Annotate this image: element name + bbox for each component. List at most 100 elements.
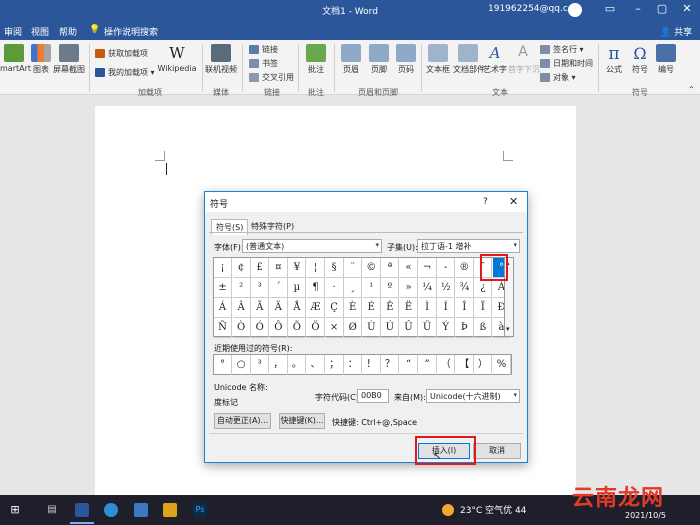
- symbol-cell[interactable]: Ü: [418, 318, 437, 338]
- recent-symbol-cell[interactable]: ”: [419, 355, 437, 375]
- char-code-input[interactable]: 00B0: [357, 389, 389, 403]
- symbol-cell[interactable]: Ó: [251, 318, 270, 338]
- symbol-cell[interactable]: ´: [269, 278, 288, 298]
- smartart-button[interactable]: martArt: [0, 44, 31, 73]
- symbol-cell[interactable]: «: [400, 258, 418, 278]
- symbol-cell[interactable]: Û: [400, 318, 418, 338]
- cancel-button[interactable]: 取消: [473, 443, 521, 459]
- symbol-cell[interactable]: ¥: [288, 258, 307, 278]
- symbol-cell[interactable]: ½: [437, 278, 456, 298]
- symbol-cell[interactable]: ¡: [214, 258, 232, 278]
- symbol-cell[interactable]: ¬: [418, 258, 437, 278]
- symbol-cell[interactable]: Í: [437, 298, 456, 318]
- symbol-cell[interactable]: ¶: [307, 278, 325, 298]
- symbol-cell[interactable]: Ý: [437, 318, 456, 338]
- recent-symbol-cell[interactable]: ！: [363, 355, 381, 375]
- edge-icon[interactable]: [104, 503, 118, 517]
- symbol-cell[interactable]: º: [381, 278, 400, 298]
- recent-symbol-cell[interactable]: ）: [474, 355, 493, 375]
- symbol-cell[interactable]: Þ: [455, 318, 474, 338]
- symbol-cell[interactable]: ß: [474, 318, 493, 338]
- textbox-button[interactable]: 文本框: [424, 44, 452, 75]
- symbol-cell[interactable]: ¦: [307, 258, 325, 278]
- taskbar-date[interactable]: 2021/10/5: [625, 511, 666, 520]
- new-comment-button[interactable]: 批注: [302, 44, 330, 75]
- drop-cap-button[interactable]: A 首字下沉: [508, 44, 540, 75]
- date-time-button[interactable]: 日期和时间: [540, 58, 593, 69]
- weather-text[interactable]: 23°C 空气优 44: [460, 503, 526, 516]
- symbol-cell[interactable]: Â: [232, 298, 251, 318]
- symbol-cell[interactable]: Ì: [418, 298, 437, 318]
- maximize-icon[interactable]: ▢: [652, 2, 672, 18]
- symbol-cell[interactable]: Ú: [381, 318, 400, 338]
- scroll-down-icon[interactable]: ▾: [506, 325, 510, 333]
- symbol-cell[interactable]: Ù: [362, 318, 381, 338]
- symbol-cell[interactable]: -: [437, 258, 456, 278]
- symbol-cell[interactable]: Ö: [307, 318, 325, 338]
- symbol-cell[interactable]: ¢: [232, 258, 251, 278]
- recent-symbol-cell[interactable]: °: [214, 355, 232, 375]
- recent-symbol-cell[interactable]: ；: [326, 355, 344, 375]
- photoshop-icon[interactable]: Ps: [193, 503, 207, 517]
- chart-button[interactable]: 图表: [30, 44, 52, 75]
- symbol-cell[interactable]: Õ: [288, 318, 307, 338]
- recent-symbol-cell[interactable]: 。: [288, 355, 307, 375]
- object-button[interactable]: 对象 ▾: [540, 72, 576, 83]
- symbol-cell[interactable]: Ç: [325, 298, 344, 318]
- recent-symbol-cell[interactable]: ：: [344, 355, 363, 375]
- screenshot-button[interactable]: 屏幕截图: [53, 44, 85, 75]
- symbol-cell[interactable]: Á: [214, 298, 232, 318]
- cross-reference-button[interactable]: 交叉引用: [249, 72, 294, 83]
- tab-view[interactable]: 视图: [31, 25, 49, 38]
- from-select[interactable]: Unicode(十六进制) ▾: [426, 389, 520, 403]
- symbol-cell[interactable]: Ê: [381, 298, 400, 318]
- page-number-button[interactable]: 页码: [393, 44, 419, 75]
- recent-symbol-cell[interactable]: ，: [270, 355, 288, 375]
- help-button[interactable]: ?: [483, 197, 488, 207]
- symbol-cell[interactable]: ¸: [344, 278, 363, 298]
- symbol-cell[interactable]: Ò: [232, 318, 251, 338]
- symbol-cell[interactable]: ±: [214, 278, 232, 298]
- tab-help[interactable]: 帮助: [59, 25, 77, 38]
- symbol-button[interactable]: Ω 符号: [628, 44, 652, 75]
- my-addins-button[interactable]: 我的加载项 ▾: [95, 67, 155, 78]
- equation-button[interactable]: π 公式: [602, 44, 626, 75]
- symbol-cell[interactable]: ¿: [474, 278, 493, 298]
- tab-review[interactable]: 审阅: [4, 25, 22, 38]
- recent-symbol-cell[interactable]: （: [437, 355, 456, 375]
- symbol-cell[interactable]: É: [362, 298, 381, 318]
- collapse-ribbon-icon[interactable]: ⌃: [688, 85, 695, 94]
- symbol-cell[interactable]: £: [251, 258, 270, 278]
- symbol-cell[interactable]: Ã: [251, 298, 270, 318]
- symbol-cell[interactable]: »: [400, 278, 418, 298]
- online-video-button[interactable]: 联机视频: [204, 44, 238, 75]
- symbol-cell[interactable]: Ï: [474, 298, 493, 318]
- minimize-icon[interactable]: –: [628, 2, 648, 18]
- word-taskbar-icon[interactable]: [75, 503, 89, 517]
- avatar[interactable]: [568, 3, 582, 17]
- wordart-button[interactable]: A 艺术字: [482, 44, 508, 75]
- symbol-cell[interactable]: ³: [251, 278, 270, 298]
- recent-symbol-cell[interactable]: 、: [307, 355, 325, 375]
- symbol-cell[interactable]: Ä: [269, 298, 288, 318]
- share-button[interactable]: 👤 共享: [660, 25, 692, 38]
- symbol-cell[interactable]: Ñ: [214, 318, 232, 338]
- symbol-cell[interactable]: ©: [362, 258, 381, 278]
- symbol-cell[interactable]: ¹: [362, 278, 381, 298]
- tell-me-search[interactable]: 操作说明搜索: [104, 25, 158, 38]
- symbol-cell[interactable]: Ô: [269, 318, 288, 338]
- shortcut-key-button[interactable]: 快捷键(K)...: [279, 413, 325, 429]
- symbol-cell[interactable]: ¾: [455, 278, 474, 298]
- symbol-cell[interactable]: §: [325, 258, 344, 278]
- recent-symbol-cell[interactable]: ？: [381, 355, 400, 375]
- symbol-cell[interactable]: È: [344, 298, 363, 318]
- folder-icon[interactable]: [163, 503, 177, 517]
- symbol-cell[interactable]: ¼: [418, 278, 437, 298]
- symbol-cell[interactable]: ª: [381, 258, 400, 278]
- symbol-cell[interactable]: µ: [288, 278, 307, 298]
- close-icon[interactable]: ✕: [677, 2, 697, 18]
- symbol-cell[interactable]: ·: [325, 278, 344, 298]
- store-icon[interactable]: [134, 503, 148, 517]
- subset-select[interactable]: 拉丁语-1 增补 ▾: [417, 239, 520, 253]
- symbol-cell[interactable]: ×: [325, 318, 344, 338]
